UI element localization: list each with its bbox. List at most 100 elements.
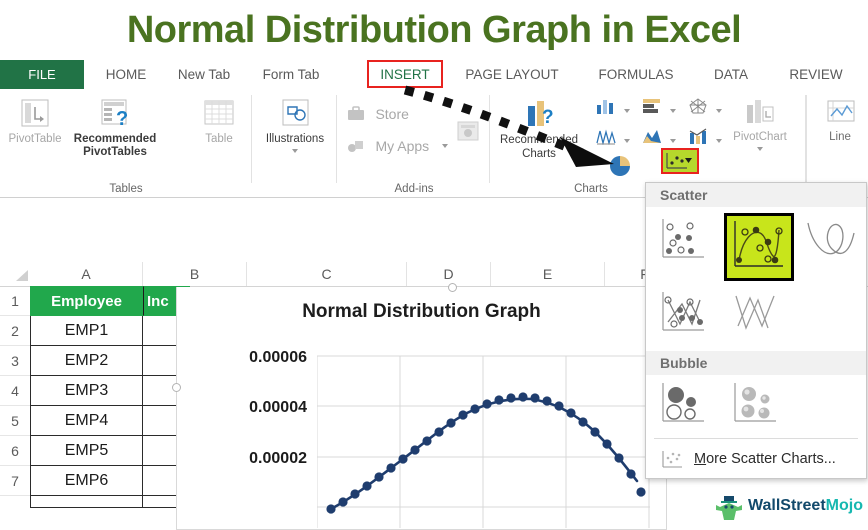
chevron-down-icon[interactable] — [757, 146, 763, 151]
ribbon-button-table[interactable]: Table — [196, 97, 242, 146]
ribbon-button-pivottable[interactable]: PivotTable — [4, 97, 66, 146]
ribbon-button-pie-chart[interactable] — [609, 155, 633, 182]
tab-insert[interactable]: INSERT — [367, 60, 443, 89]
group-divider — [805, 95, 806, 183]
column-header-d[interactable]: D — [407, 262, 491, 286]
row-header-3[interactable]: 3 — [0, 346, 30, 376]
ribbon-button-store[interactable]: Store — [346, 105, 409, 123]
ribbon-button-my-apps-label: My Apps — [375, 138, 430, 154]
tab-home[interactable]: HOME — [92, 60, 160, 89]
ribbon-button-store-label: Store — [375, 106, 409, 122]
chevron-down-icon[interactable] — [292, 148, 298, 153]
row-header-2[interactable]: 2 — [0, 316, 30, 346]
ribbon-button-recommended-pivottables[interactable]: ? Recommended PivotTables — [68, 97, 162, 158]
ribbon-button-area-chart[interactable] — [641, 127, 677, 150]
ribbon-button-recommended-charts[interactable]: ? Recommended Charts — [497, 99, 581, 161]
line-sparkline-icon — [827, 100, 855, 122]
chevron-down-icon[interactable] — [670, 138, 677, 143]
column-header-a[interactable]: A — [30, 262, 143, 286]
gallery-item-bubble[interactable] — [656, 379, 716, 434]
scatter-chart-ribbon-button[interactable] — [661, 148, 699, 174]
row-header-5[interactable]: 5 — [0, 406, 30, 436]
combo-chart-icon — [689, 128, 707, 144]
ribbon-button-illustrations[interactable]: Illustrations — [253, 97, 337, 153]
excel-chart-object[interactable]: Normal Distribution Graph 0.00006 0.0000… — [176, 287, 667, 530]
wallstreetmojo-logo-icon — [716, 496, 742, 520]
bar-chart-icon — [643, 99, 660, 113]
cell-a8[interactable] — [30, 496, 143, 508]
recommended-charts-icon: ? — [528, 101, 554, 128]
scatter-smooth-lines-icon — [807, 222, 855, 255]
menu-divider — [654, 438, 858, 439]
chevron-down-icon[interactable] — [670, 108, 677, 113]
ribbon-button-bar-chart[interactable] — [641, 97, 677, 120]
ribbon-group-tables: PivotTable ? Recommended PivotTables Tab… — [0, 89, 252, 197]
tab-form-tab[interactable]: Form Tab — [250, 60, 332, 89]
chevron-down-icon[interactable] — [624, 138, 631, 143]
ribbon-button-line-sparkline[interactable]: Line — [813, 97, 867, 144]
group-divider — [336, 95, 337, 183]
row-header-1[interactable]: 1 — [0, 286, 30, 316]
cell-a5[interactable]: EMP4 — [30, 406, 143, 436]
more-scatter-charts-menu-item[interactable]: More Scatter Charts... — [646, 445, 866, 475]
scatter-section-header: Scatter — [646, 183, 866, 207]
gallery-item-scatter-smooth-lines[interactable] — [802, 215, 862, 270]
row-header-4[interactable]: 4 — [0, 376, 30, 406]
cell-a4[interactable]: EMP3 — [30, 376, 143, 406]
gallery-item-scatter-straight-lines[interactable] — [728, 288, 788, 343]
cell-a1[interactable]: Employee — [30, 286, 143, 316]
svg-text:?: ? — [542, 107, 554, 128]
bubble-3d-chart-icon — [734, 383, 776, 422]
bubble-chart-icon — [662, 383, 704, 422]
ribbon-group-label-tables: Tables — [109, 183, 143, 195]
tab-data[interactable]: DATA — [700, 60, 762, 89]
tab-new-tab[interactable]: New Tab — [166, 60, 242, 89]
ribbon-button-pivotchart[interactable]: PivotChart — [717, 97, 803, 151]
column-header-b[interactable]: B — [143, 262, 247, 286]
scatter-smooth-lines-markers-icon — [734, 221, 783, 267]
tab-formulas[interactable]: FORMULAS — [586, 60, 686, 89]
column-header-c[interactable]: C — [247, 262, 407, 286]
ribbon-button-pivottable-label: PivotTable — [8, 133, 62, 145]
chevron-down-icon[interactable] — [441, 144, 448, 148]
column-chart-icon — [597, 100, 613, 114]
select-all-corner[interactable] — [16, 270, 28, 281]
chart-ytick-2: 0.00002 — [249, 450, 307, 467]
tab-file[interactable]: FILE — [0, 60, 84, 89]
cell-a6[interactable]: EMP5 — [30, 436, 143, 466]
ribbon-button-recommended-charts-label: Recommended Charts — [500, 134, 578, 160]
chart-resize-handle-left[interactable] — [172, 383, 181, 392]
gallery-item-scatter[interactable] — [656, 215, 716, 270]
chart-data-markers — [326, 392, 646, 514]
cell-a7[interactable]: EMP6 — [30, 466, 143, 496]
scatter-straight-lines-icon — [735, 295, 775, 330]
ribbon-button-illustrations-label: Illustrations — [265, 133, 325, 145]
column-header-e[interactable]: E — [491, 262, 605, 286]
ribbon-button-column-chart[interactable] — [595, 97, 631, 120]
ribbon-group-label-addins: Add-ins — [394, 183, 434, 195]
radar-chart-icon — [689, 98, 707, 114]
cell-a2[interactable]: EMP1 — [30, 316, 143, 346]
row-header-7[interactable]: 7 — [0, 466, 30, 496]
chevron-down-icon[interactable] — [624, 108, 631, 113]
chart-ytick-0: 0.00006 — [249, 349, 307, 366]
tab-review[interactable]: REVIEW — [774, 60, 858, 89]
group-divider — [489, 95, 490, 183]
ribbon-button-statistic-chart[interactable] — [595, 127, 631, 150]
ribbon-button-my-apps[interactable]: My Apps — [346, 137, 448, 155]
gallery-item-scatter-straight-lines-markers[interactable] — [656, 288, 716, 343]
more-scatter-charts-label: More Scatter Charts... — [694, 451, 836, 467]
chart-plot-area — [317, 355, 650, 528]
store-icon — [348, 106, 364, 120]
scatter-chart-dropdown-menu[interactable]: Scatter Bubble More Scatter Charts... — [645, 182, 867, 479]
cell-a3[interactable]: EMP2 — [30, 346, 143, 376]
chart-resize-handle-top[interactable] — [448, 283, 457, 292]
tab-page-layout[interactable]: PAGE LAYOUT — [452, 60, 572, 89]
row-header-6[interactable]: 6 — [0, 436, 30, 466]
page-title: Normal Distribution Graph in Excel — [126, 9, 742, 51]
ribbon-group-illustrations: Illustrations — [253, 89, 337, 197]
gallery-item-scatter-smooth-lines-markers[interactable] — [724, 213, 794, 281]
ribbon-button-addin-extra[interactable] — [456, 119, 480, 148]
ribbon-tab-bar: FILE HOME New Tab Form Tab INSERT PAGE L… — [0, 60, 868, 90]
gallery-item-3d-bubble[interactable] — [728, 379, 788, 434]
